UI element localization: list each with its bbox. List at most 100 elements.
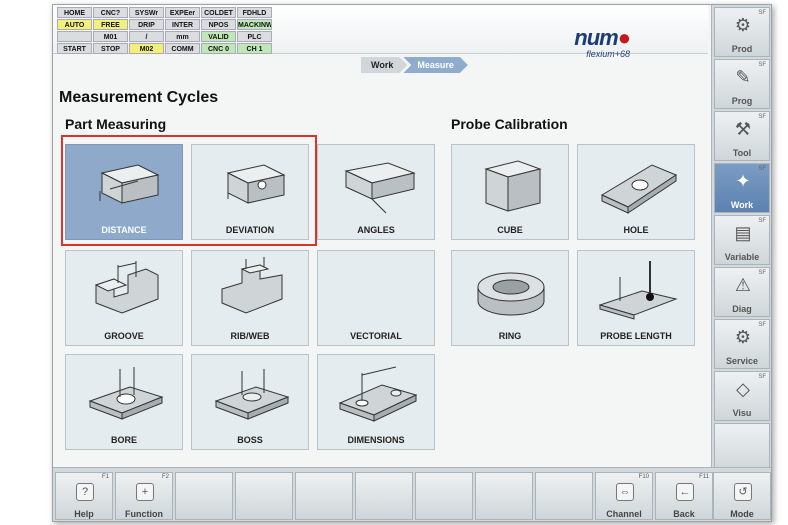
tile-vectorial[interactable]: VECTORIAL — [317, 250, 435, 346]
fkey-empty[interactable] — [235, 472, 293, 520]
page-title: Measurement Cycles — [59, 89, 219, 106]
fkey-number: F1 — [101, 474, 109, 480]
tile-label: RIB/WEB — [230, 331, 270, 341]
tile-boss[interactable]: BOSS — [191, 354, 309, 450]
status-cell: CNC 0 — [201, 43, 236, 54]
status-cell: FREE — [93, 19, 128, 30]
side-label: Prod — [731, 44, 753, 54]
fkey-number: F2 — [161, 474, 169, 480]
side-button-prod[interactable]: SF ⚙ Prod — [714, 7, 770, 57]
sf-label: SF — [758, 218, 766, 224]
status-cell: CNC? — [93, 7, 128, 18]
status-cell: M01 — [93, 31, 128, 42]
pencil-icon: ✎ — [735, 67, 751, 87]
sf-label: SF — [758, 166, 766, 172]
side-label: Work — [730, 200, 754, 210]
fkey-help[interactable]: F1? Help — [55, 472, 113, 520]
status-cell: VALID — [201, 31, 236, 42]
side-label: Visu — [732, 408, 752, 418]
side-button-variable[interactable]: SF ▤ Variable — [714, 215, 770, 265]
side-menu: SF ⚙ Prod SF ✎ Prog SF ⚒ Tool SF ✦ Work SF ▤ Varia… — [711, 5, 771, 521]
status-cell: PLC — [237, 31, 272, 42]
status-cell: DRIP — [129, 19, 164, 30]
plus-icon: + — [136, 483, 154, 501]
sf-label: SF — [758, 322, 766, 328]
status-cell: START — [57, 43, 92, 54]
fkey-mode[interactable]: ↺ Mode — [713, 472, 771, 520]
fkey-function[interactable]: F2 + Function — [115, 472, 173, 520]
side-button-tool[interactable]: SF ⚒ Tool — [714, 111, 770, 161]
tile-groove[interactable]: GROOVE — [65, 250, 183, 346]
tile-distance[interactable]: DISTANCE — [65, 144, 183, 240]
tile-label: DISTANCE — [101, 225, 147, 235]
dimensions-icon — [338, 366, 418, 422]
status-cell: SYSWr — [129, 7, 164, 18]
fkey-empty[interactable] — [415, 472, 473, 520]
status-cell: mm — [165, 31, 200, 42]
ring-icon — [477, 272, 545, 316]
tile-label: GROOVE — [104, 331, 144, 341]
gear-icon: ⚙ — [734, 15, 752, 35]
status-cell: COLDET — [201, 7, 236, 18]
fkey-back[interactable]: F11 ← Back — [655, 472, 713, 520]
fkey-empty[interactable] — [535, 472, 593, 520]
tile-angles[interactable]: ANGLES — [317, 144, 435, 240]
fkey-number: F11 — [699, 474, 709, 480]
side-button-work[interactable]: SF ✦ Work — [714, 163, 770, 213]
fkey-empty[interactable] — [355, 472, 413, 520]
status-grid: HOME CNC? SYSWr EXPEer COLDET FDHLD AUTO FREE DR… — [57, 7, 272, 54]
breadcrumb-work[interactable]: Work — [361, 57, 407, 73]
tile-ribweb[interactable]: RIB/WEB — [191, 250, 309, 346]
side-label: Variable — [724, 252, 760, 262]
diag-icon: ⚠ — [734, 275, 752, 295]
visu-icon: ◇ — [736, 379, 750, 399]
tile-deviation[interactable]: DEVIATION — [191, 144, 309, 240]
status-cell: / — [129, 31, 164, 42]
status-cell — [57, 31, 92, 42]
sf-label: SF — [758, 270, 766, 276]
status-cell: AUTO — [57, 19, 92, 30]
side-button-diag[interactable]: SF ⚠ Diag — [714, 267, 770, 317]
status-cell: INTER — [165, 19, 200, 30]
fkey-number: F10 — [638, 474, 649, 480]
tile-label: VECTORIAL — [350, 331, 402, 341]
tile-label: CUBE — [497, 225, 523, 235]
tile-hole[interactable]: HOLE — [577, 144, 695, 240]
ribweb-icon — [221, 257, 283, 314]
probe-length-icon — [598, 261, 678, 320]
status-cell: STOP — [93, 43, 128, 54]
bore-icon — [88, 367, 164, 420]
side-button-visu[interactable]: SF ◇ Visu — [714, 371, 770, 421]
groove-icon — [94, 261, 159, 314]
breadcrumb-measure[interactable]: Measure — [403, 57, 468, 73]
tile-dimensions[interactable]: DIMENSIONS — [317, 354, 435, 450]
tile-ring[interactable]: RING — [451, 250, 569, 346]
status-cell: MACKINW — [237, 19, 272, 30]
distance-icon — [99, 164, 160, 204]
tile-label: ANGLES — [357, 225, 395, 235]
function-key-bar: F1? Help F2 + Function F10 ⇔ Channel F11 ← Back… — [53, 467, 771, 521]
side-button-service[interactable]: SF ⚙ Service — [714, 319, 770, 369]
fkey-label: Help — [74, 509, 94, 519]
tile-cube[interactable]: CUBE — [451, 144, 569, 240]
fkey-empty[interactable] — [295, 472, 353, 520]
fkey-label: Channel — [606, 509, 642, 519]
fkey-empty[interactable] — [475, 472, 533, 520]
hole-icon — [600, 164, 678, 214]
side-button-prog[interactable]: SF ✎ Prog — [714, 59, 770, 109]
tile-label: BORE — [110, 435, 137, 445]
status-cell: NPOS — [201, 19, 236, 30]
tile-probe-length[interactable]: PROBE LENGTH — [577, 250, 695, 346]
angles-icon — [344, 162, 416, 214]
fkey-channel[interactable]: F10 ⇔ Channel — [595, 472, 653, 520]
section-part-measuring: Part Measuring — [65, 116, 167, 132]
status-cell: M02 — [129, 43, 164, 54]
side-label: Service — [725, 356, 759, 366]
tile-bore[interactable]: BORE — [65, 354, 183, 450]
help-icon: ? — [76, 483, 94, 501]
fkey-label: Back — [673, 509, 695, 519]
fkey-empty[interactable] — [175, 472, 233, 520]
side-button-empty[interactable] — [714, 423, 770, 473]
variable-icon: ▤ — [734, 223, 752, 243]
side-label: Diag — [732, 304, 752, 314]
